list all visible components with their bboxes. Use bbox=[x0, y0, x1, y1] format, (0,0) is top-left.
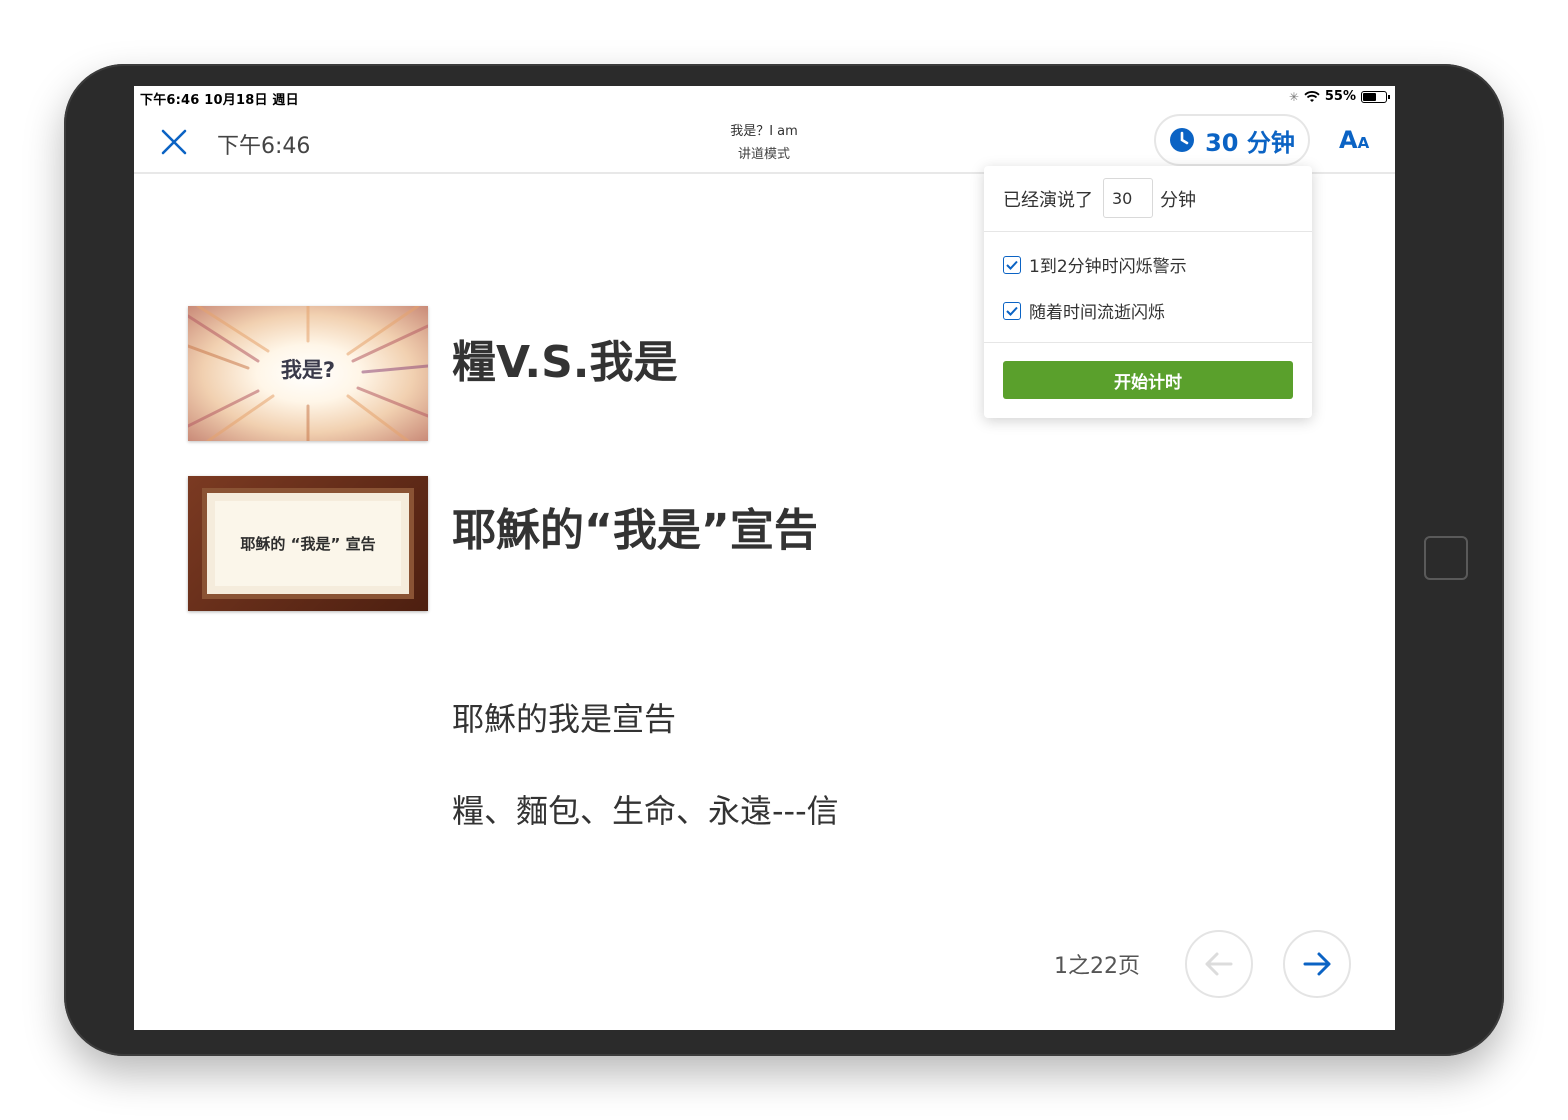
status-indicators: ✳ 55% bbox=[1288, 89, 1390, 104]
elapsed-row: 已经演说了 分钟 bbox=[984, 166, 1312, 232]
note-line-2: 糧、麵包、生命、永遠---信 bbox=[452, 792, 839, 830]
previous-page-button[interactable] bbox=[1185, 930, 1253, 998]
close-icon[interactable] bbox=[160, 128, 188, 156]
flash-elapsed-checkbox[interactable] bbox=[1003, 301, 1021, 320]
picture-frame: 耶稣的 “我是” 宣告 bbox=[202, 488, 414, 599]
header-clock: 下午6:46 bbox=[217, 134, 311, 159]
document-title: 我是？I am 讲道模式 bbox=[654, 120, 874, 162]
thumbnail-text-1: 我是? bbox=[280, 358, 336, 382]
popover-divider bbox=[984, 342, 1312, 343]
top-bar: 下午6:46 我是？I am 讲道模式 30 分钟 AA bbox=[134, 108, 1395, 174]
timer-label: 30 分钟 bbox=[1205, 128, 1295, 157]
slide-thumbnail-1[interactable]: 我是? bbox=[188, 306, 428, 441]
timer-button[interactable]: 30 分钟 bbox=[1154, 114, 1310, 166]
font-size-button[interactable]: AA bbox=[1339, 126, 1369, 154]
timer-popover: 已经演说了 分钟 1到2分钟时闪烁警示 随着时间流逝闪烁 开始计时 bbox=[984, 166, 1312, 418]
elapsed-label: 已经演说了 bbox=[1003, 190, 1093, 211]
font-size-big: A bbox=[1339, 126, 1358, 154]
start-timer-button[interactable]: 开始计时 bbox=[1003, 361, 1293, 399]
mode-subtitle: 讲道模式 bbox=[737, 147, 790, 162]
page-indicator: 1之22页 bbox=[1054, 954, 1140, 979]
status-bar: 下午6:46 10月18日 週日 ✳ 55% bbox=[134, 86, 1395, 108]
tablet-frame: 下午6:46 10月18日 週日 ✳ 55% 下午6:46 我是？I am 讲道… bbox=[64, 64, 1504, 1056]
slide-thumbnail-2[interactable]: 耶稣的 “我是” 宣告 bbox=[188, 476, 428, 611]
note-line-1: 耶穌的我是宣告 bbox=[452, 700, 677, 738]
wifi-icon bbox=[1304, 90, 1320, 102]
checkmark-icon bbox=[1006, 306, 1018, 316]
home-button[interactable] bbox=[1424, 536, 1468, 580]
slide-title-2[interactable]: 耶穌的“我是”宣告 bbox=[452, 494, 818, 558]
minutes-input[interactable] bbox=[1103, 178, 1153, 218]
battery-percent: 55% bbox=[1324, 89, 1356, 104]
thumbnail-text-2: 耶稣的 “我是” 宣告 bbox=[215, 501, 401, 586]
flash-warning-option[interactable]: 1到2分钟时闪烁警示 bbox=[1003, 252, 1187, 277]
arrow-left-icon bbox=[1205, 952, 1233, 976]
battery-icon bbox=[1361, 90, 1390, 103]
minutes-unit: 分钟 bbox=[1160, 190, 1196, 211]
slide-title-1[interactable]: 糧V.S.我是 bbox=[452, 326, 678, 390]
font-size-small: A bbox=[1357, 134, 1370, 152]
arrow-right-icon bbox=[1303, 952, 1331, 976]
loading-spinner-icon: ✳ bbox=[1288, 89, 1299, 104]
clock-icon bbox=[1170, 128, 1195, 152]
checkmark-icon bbox=[1006, 260, 1018, 270]
flash-elapsed-label: 随着时间流逝闪烁 bbox=[1029, 303, 1165, 323]
screen: 下午6:46 10月18日 週日 ✳ 55% 下午6:46 我是？I am 讲道… bbox=[134, 86, 1395, 1030]
next-page-button[interactable] bbox=[1283, 930, 1351, 998]
title-main: 我是？I am bbox=[730, 124, 798, 139]
status-time-date: 下午6:46 10月18日 週日 bbox=[140, 93, 299, 108]
flash-warning-label: 1到2分钟时闪烁警示 bbox=[1029, 257, 1187, 277]
flash-warning-checkbox[interactable] bbox=[1003, 255, 1021, 274]
flash-elapsed-option[interactable]: 随着时间流逝闪烁 bbox=[1003, 298, 1165, 323]
